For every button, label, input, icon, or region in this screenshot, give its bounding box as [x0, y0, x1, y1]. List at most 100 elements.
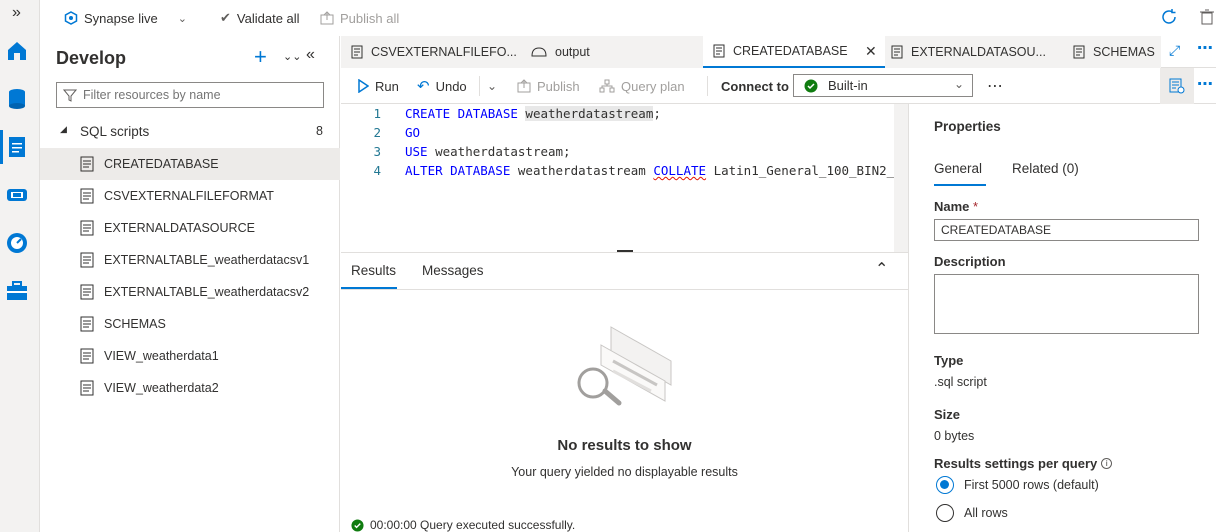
- script-icon: [891, 45, 903, 59]
- double-chevron-down-icon[interactable]: ⌄⌄: [283, 50, 301, 63]
- home-icon[interactable]: [4, 38, 30, 64]
- script-label: VIEW_weatherdata1: [104, 349, 219, 363]
- undo-label: Undo: [435, 78, 467, 94]
- publish-icon: [517, 79, 531, 93]
- manage-icon[interactable]: [4, 278, 30, 304]
- top-toolbar: Synapse live ⌄ ✔︎ Validate all Publish a…: [40, 0, 1216, 36]
- develop-title: Develop: [56, 48, 127, 68]
- script-item[interactable]: VIEW_weatherdata1: [40, 340, 340, 372]
- results-panel: Results Messages ⌃ No results to show Yo…: [341, 252, 908, 532]
- tab-schemas[interactable]: SCHEMAS: [1067, 36, 1161, 68]
- editor-scrollbar[interactable]: [894, 104, 908, 252]
- filter-box[interactable]: [56, 82, 324, 108]
- type-label: Type: [934, 353, 964, 368]
- maximize-icon[interactable]: ⤢: [1169, 42, 1180, 59]
- info-icon[interactable]: i: [1101, 458, 1113, 469]
- connect-to-dropdown[interactable]: Built-in ⌄: [793, 74, 973, 97]
- tab-label: SCHEMAS: [1093, 45, 1155, 59]
- filter-icon: [63, 89, 77, 102]
- script-label: CREATEDATABASE: [104, 157, 219, 171]
- run-button[interactable]: Run: [357, 68, 399, 104]
- query-plan-label: Query plan: [621, 78, 685, 94]
- refresh-icon[interactable]: [1160, 8, 1178, 29]
- divider: [707, 76, 708, 96]
- chevron-down-icon: ⌄: [487, 79, 498, 93]
- filter-input[interactable]: [83, 88, 313, 102]
- script-item[interactable]: CSVEXTERNALFILEFORMAT: [40, 180, 340, 212]
- connect-to-label: Connect to: [721, 78, 789, 94]
- add-resource-icon[interactable]: +: [254, 44, 267, 70]
- code-punct: ;: [653, 106, 661, 121]
- dataset-icon: [531, 47, 547, 57]
- line-number: 4: [373, 163, 381, 178]
- radio-label: First 5000 rows (default): [964, 478, 1099, 492]
- publish-label: Publish: [537, 78, 580, 94]
- tab-createdatabase[interactable]: CREATEDATABASE ✕: [703, 36, 885, 68]
- expand-nav-icon[interactable]: »: [12, 4, 21, 22]
- develop-icon[interactable]: [4, 134, 30, 160]
- tab-results[interactable]: Results: [351, 263, 396, 278]
- tab-label: EXTERNALDATASOU...: [911, 45, 1046, 59]
- editor-toolbar: Run ↶ Undo ⌄ Publish Query plan Connect …: [341, 68, 1216, 104]
- left-nav-rail: »: [0, 0, 40, 532]
- more-icon[interactable]: ⋯: [1197, 74, 1213, 94]
- validate-all-button[interactable]: ✔︎ Validate all: [220, 0, 300, 36]
- script-item[interactable]: CREATEDATABASE: [40, 148, 340, 180]
- radio-first-5000[interactable]: First 5000 rows (default): [936, 476, 1099, 494]
- more-tabs-icon[interactable]: ⋯: [1197, 38, 1213, 58]
- script-label: EXTERNALTABLE_weatherdatacsv2: [104, 285, 310, 299]
- tab-general[interactable]: General: [934, 161, 982, 176]
- description-field[interactable]: [934, 274, 1199, 334]
- radio-label: All rows: [964, 506, 1008, 520]
- publish-button[interactable]: Publish: [517, 68, 580, 104]
- divider: [479, 76, 480, 96]
- chevron-up-icon[interactable]: ⌃: [875, 259, 888, 279]
- query-plan-button[interactable]: Query plan: [599, 68, 685, 104]
- line-number: 1: [373, 106, 381, 121]
- integrate-icon[interactable]: [4, 182, 30, 208]
- tab-related[interactable]: Related (0): [1012, 161, 1079, 176]
- more-options-icon[interactable]: ⋯: [987, 68, 1003, 104]
- code-identifier: weatherdatastream;: [435, 144, 571, 159]
- data-icon[interactable]: [4, 86, 30, 112]
- collapse-panel-icon[interactable]: «: [306, 46, 315, 64]
- tab-label: CSVEXTERNALFILEFO...: [371, 45, 517, 59]
- sql-scripts-section[interactable]: ◢ SQL scripts 8: [40, 118, 340, 144]
- code-editor[interactable]: 1 CREATE DATABASE weatherdatastream; 2 G…: [341, 104, 907, 252]
- section-count: 8: [316, 124, 323, 138]
- script-item[interactable]: EXTERNALTABLE_weatherdatacsv1: [40, 244, 340, 276]
- script-item[interactable]: EXTERNALDATASOURCE: [40, 212, 340, 244]
- tab-output[interactable]: output: [521, 36, 703, 68]
- script-item[interactable]: SCHEMAS: [40, 308, 340, 340]
- script-icon: [80, 188, 94, 207]
- tab-externaldatasource[interactable]: EXTERNALDATASOU...: [885, 36, 1067, 68]
- code-line: ALTER DATABASE weatherdatastream COLLATE…: [405, 163, 894, 178]
- undo-button[interactable]: ↶ Undo: [417, 68, 467, 104]
- properties-toggle-icon[interactable]: [1160, 68, 1194, 104]
- line-number: 3: [373, 144, 381, 159]
- line-number: 2: [373, 125, 381, 140]
- status-bar: 00:00:00 Query executed successfully.: [351, 518, 575, 532]
- publish-all-button[interactable]: Publish all: [320, 0, 399, 36]
- monitor-icon[interactable]: [4, 230, 30, 256]
- close-icon[interactable]: ✕: [865, 43, 877, 60]
- results-settings-text: Results settings per query: [934, 456, 1098, 471]
- chevron-down-icon: ⌄: [953, 77, 964, 91]
- name-field[interactable]: [934, 219, 1199, 241]
- results-settings-label: Results settings per query i: [934, 456, 1113, 471]
- active-indicator: [0, 130, 3, 164]
- discard-icon[interactable]: [1200, 9, 1214, 28]
- code-keyword-error: COLLATE: [653, 163, 707, 178]
- required-asterisk: *: [973, 199, 979, 214]
- script-item[interactable]: VIEW_weatherdata2: [40, 372, 340, 404]
- synapse-icon: [64, 11, 78, 25]
- tab-messages[interactable]: Messages: [422, 263, 484, 278]
- script-item[interactable]: EXTERNALTABLE_weatherdatacsv2: [40, 276, 340, 308]
- undo-dropdown[interactable]: ⌄: [487, 68, 497, 104]
- script-icon: [80, 316, 94, 335]
- play-icon: [358, 79, 369, 93]
- workspace-selector[interactable]: Synapse live ⌄: [64, 0, 187, 36]
- radio-all-rows[interactable]: All rows: [936, 504, 1008, 522]
- code-keyword: USE: [405, 144, 436, 159]
- tab-csvexternalfileformat[interactable]: CSVEXTERNALFILEFO...: [341, 36, 521, 68]
